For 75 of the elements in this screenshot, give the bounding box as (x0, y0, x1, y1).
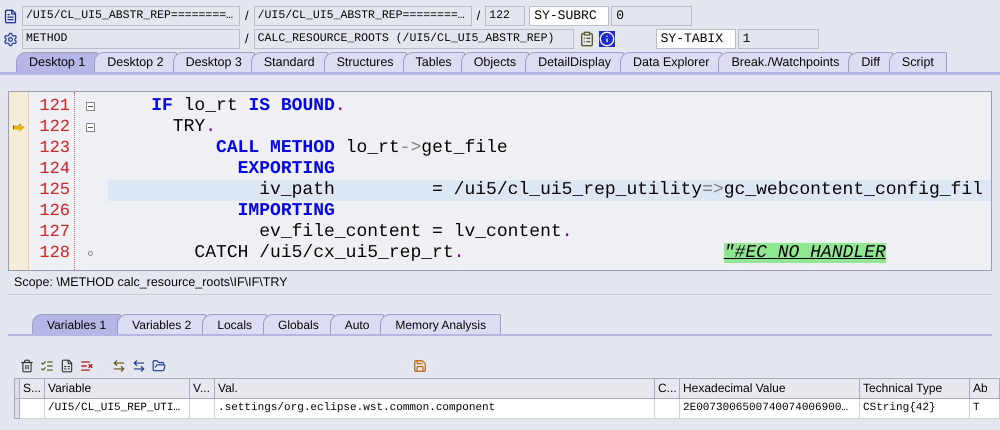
tab[interactable]: Diff (848, 52, 893, 72)
line-number: 125 (39, 180, 70, 201)
column-header[interactable]: Ab (970, 379, 1000, 399)
line-number: 124 (39, 159, 70, 180)
column-header[interactable]: C... (655, 379, 680, 399)
table-cell: T (970, 399, 1000, 419)
tab[interactable]: Standard (250, 52, 328, 72)
line-number: 127 (39, 222, 70, 243)
code-line: TRY. (172, 117, 218, 138)
tab[interactable]: Data Explorer (620, 52, 722, 72)
line-number: 126 (39, 201, 70, 222)
tab[interactable]: Tables (402, 52, 465, 72)
readonly-field: /UI5/CL_UI5_ABSTR_REP========… (254, 6, 472, 26)
folder-icon[interactable] (152, 359, 166, 373)
table-cell (190, 399, 215, 419)
code-line: IF lo_rt IS BOUND. (150, 96, 347, 117)
collapse-icon[interactable] (86, 123, 94, 132)
variable-name-field[interactable]: SY-TABIX (656, 29, 736, 49)
table-cell: /UI5/CL_UI5_REP_UTI… (45, 399, 190, 419)
document-icon (3, 8, 18, 24)
table-cell: .settings/org.eclipse.wst.common.component (215, 399, 655, 419)
delete-icon[interactable] (20, 359, 34, 373)
code-line: EXPORTING (236, 159, 336, 180)
table-cell (655, 399, 680, 419)
info-icon[interactable] (598, 31, 615, 47)
tab[interactable]: Locals (202, 314, 267, 334)
gear-icon (3, 32, 18, 46)
swap-icon[interactable] (112, 359, 126, 373)
save-icon[interactable] (413, 359, 427, 373)
code-line: CATCH /ui5/cx_ui5_rep_rt. "#EC NO HANDLER (193, 243, 887, 264)
column-header[interactable]: Variable (45, 379, 190, 399)
column-header[interactable]: S... (20, 379, 45, 399)
scope-label: Scope: \METHOD calc_resource_roots\IF\IF\TRY (13, 274, 288, 292)
tab[interactable]: Memory Analysis (380, 314, 502, 334)
column-header[interactable]: Technical Type (860, 379, 970, 399)
tab[interactable]: Break./Watchpoints (718, 52, 852, 72)
column-header[interactable]: V... (190, 379, 215, 399)
line-number: 121 (39, 96, 70, 117)
path-separator: / (476, 7, 482, 26)
list-remove-icon[interactable] (80, 359, 94, 373)
line-number: 123 (39, 138, 70, 159)
list-icon[interactable] (40, 359, 54, 373)
tab[interactable]: Globals (263, 314, 334, 334)
column-header[interactable]: Val. (215, 379, 655, 399)
sheet-icon[interactable] (60, 359, 74, 373)
tab[interactable]: Variables 2 (117, 314, 206, 334)
tab[interactable]: Desktop 1 (16, 52, 98, 72)
collapse-icon[interactable] (86, 102, 94, 111)
tab[interactable]: Desktop 2 (94, 52, 177, 72)
table-cell: 2E0073006500740074006900… (680, 399, 860, 419)
line-number: 122 (39, 117, 70, 138)
tab[interactable]: Desktop 3 (172, 52, 255, 72)
arrows-icon[interactable] (132, 359, 146, 373)
path-separator: / (244, 7, 250, 26)
variable-value-field: 0 (611, 6, 692, 26)
line-number: 128 (39, 243, 70, 264)
code-line: ev_file_content = lv_content. (258, 222, 574, 243)
readonly-field: /UI5/CL_UI5_ABSTR_REP========… (22, 6, 240, 26)
readonly-field: CALC_RESOURCE_ROOTS (/UI5/CL_UI5_ABSTR_REP) (254, 29, 574, 49)
tab[interactable]: Variables 1 (32, 314, 122, 334)
table-cell: CString{42} (860, 399, 970, 419)
tab[interactable]: Script (888, 52, 947, 72)
column-header[interactable]: Hexadecimal Value (680, 379, 860, 399)
path-separator: / (244, 30, 250, 48)
table-cell (20, 399, 45, 419)
variable-name-field[interactable]: SY-SUBRC (529, 6, 610, 26)
tab[interactable]: DetailDisplay (525, 52, 624, 72)
code-line: IMPORTING (236, 201, 336, 222)
variable-value-field: 1 (738, 29, 819, 49)
tab[interactable]: Structures (324, 52, 407, 72)
tab[interactable]: Objects (460, 52, 530, 72)
tab[interactable]: Auto (330, 314, 384, 334)
code-line: CALL METHOD lo_rt->get_file (215, 138, 509, 159)
readonly-field: 122 (485, 6, 526, 26)
readonly-field: METHOD (22, 29, 240, 49)
